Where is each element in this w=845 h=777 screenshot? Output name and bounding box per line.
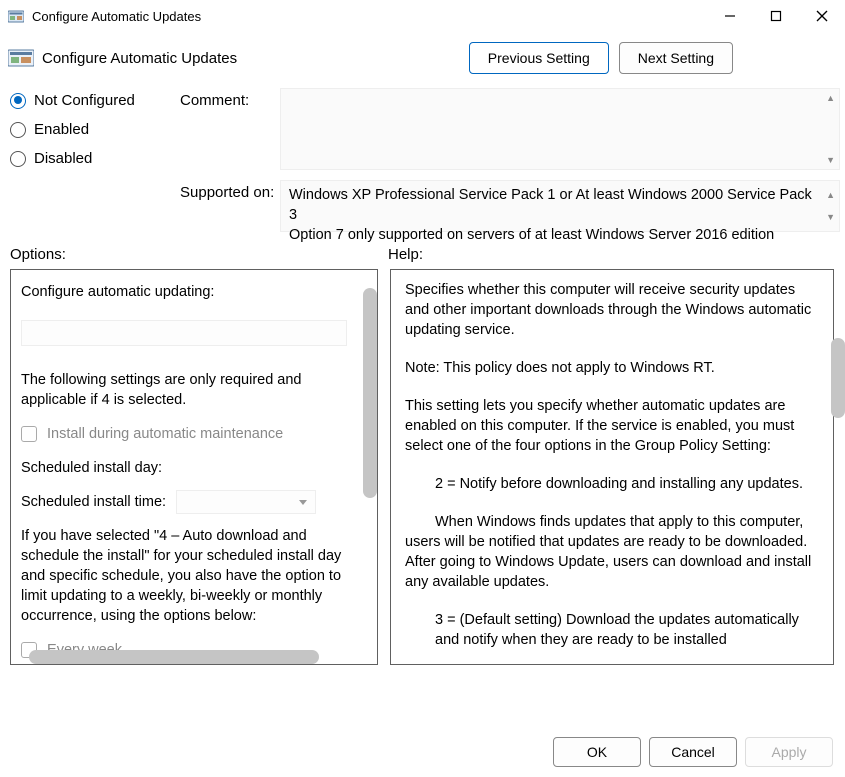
options-pane-label: Options: [10,246,388,263]
scroll-down-icon: ▼ [826,207,835,227]
radio-icon [10,151,26,167]
supported-line-1: Windows XP Professional Service Pack 1 o… [289,185,819,225]
previous-setting-button[interactable]: Previous Setting [469,42,609,74]
limit-updating-text: If you have selected "4 – Auto download … [21,526,367,626]
app-icon [8,8,24,24]
help-paragraph: 2 = Notify before downloading and instal… [405,474,819,494]
options-pane: Configure automatic updating: The follow… [10,269,378,665]
help-paragraph: When Windows finds updates that apply to… [405,512,819,592]
help-paragraph: 3 = (Default setting) Download the updat… [405,610,819,650]
radio-enabled[interactable]: Enabled [10,121,180,138]
options-horizontal-scrollbar[interactable] [29,650,319,664]
options-note: The following settings are only required… [21,370,367,410]
cancel-button[interactable]: Cancel [649,737,737,767]
radio-label: Not Configured [34,92,135,109]
install-maintenance-checkbox[interactable] [21,426,37,442]
policy-icon [8,48,34,68]
radio-label: Disabled [34,150,92,167]
supported-line-2: Option 7 only supported on servers of at… [289,225,819,245]
configure-updating-select[interactable] [21,320,347,346]
help-pane-label: Help: [388,246,423,263]
maximize-button[interactable] [753,0,799,32]
scheduled-time-label: Scheduled install time: [21,492,166,512]
supported-on-text: Windows XP Professional Service Pack 1 o… [280,180,840,232]
options-vertical-scrollbar[interactable] [363,288,377,498]
scroll-down-icon: ▼ [826,155,835,165]
scheduled-day-label: Scheduled install day: [21,458,162,478]
page-title: Configure Automatic Updates [42,50,469,67]
next-setting-button[interactable]: Next Setting [619,42,733,74]
radio-not-configured[interactable]: Not Configured [10,92,180,109]
scheduled-time-select[interactable] [176,490,316,514]
configure-updating-label: Configure automatic updating: [21,282,367,302]
close-button[interactable] [799,0,845,32]
scroll-up-icon: ▲ [826,185,835,205]
radio-disabled[interactable]: Disabled [10,150,180,167]
comment-label: Comment: [180,88,280,170]
help-paragraph: This setting lets you specify whether au… [405,396,819,456]
install-maintenance-label: Install during automatic maintenance [47,426,283,442]
scroll-up-icon: ▲ [826,93,835,103]
help-paragraph: Note: This policy does not apply to Wind… [405,358,819,378]
ok-button[interactable]: OK [553,737,641,767]
supported-on-label: Supported on: [180,180,280,232]
radio-label: Enabled [34,121,89,138]
help-pane: Specifies whether this computer will rec… [390,269,834,665]
radio-icon [10,122,26,138]
help-paragraph: Specifies whether this computer will rec… [405,280,819,340]
minimize-button[interactable] [707,0,753,32]
dialog-footer: OK Cancel Apply [553,737,833,767]
help-outer-scrollbar[interactable] [831,338,845,418]
window-title: Configure Automatic Updates [32,9,707,24]
window-titlebar: Configure Automatic Updates [0,0,845,32]
help-text: When Windows finds updates that apply to… [405,514,811,590]
apply-button[interactable]: Apply [745,737,833,767]
comment-textarea[interactable]: ▲ ▼ [280,88,840,170]
radio-icon [10,93,26,109]
